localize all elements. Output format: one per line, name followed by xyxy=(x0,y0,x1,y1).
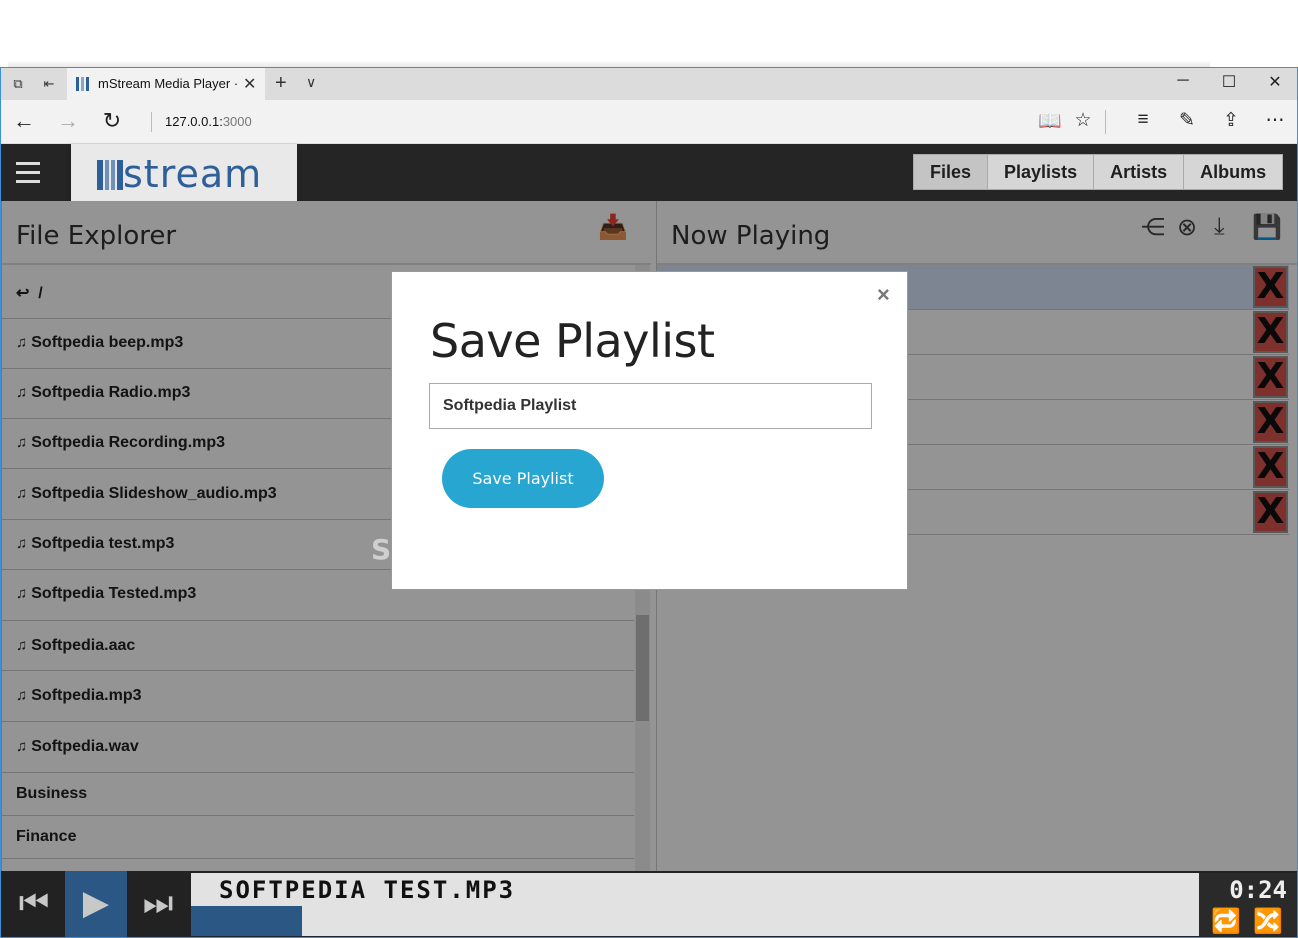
play-icon: ▶ xyxy=(82,883,110,923)
web-note-icon[interactable]: ✎ xyxy=(1173,109,1201,132)
tab-playlists[interactable]: Playlists xyxy=(987,155,1094,189)
forward-icon[interactable]: → xyxy=(53,108,83,134)
close-window-icon[interactable]: ✕ xyxy=(1252,72,1297,92)
more-icon[interactable]: ⋯ xyxy=(1261,109,1289,132)
save-playlist-button[interactable]: Save Playlist xyxy=(442,449,604,508)
modal-close-icon[interactable]: × xyxy=(877,282,890,308)
reading-view-icon[interactable]: 📖 xyxy=(1036,109,1064,133)
tab-bar: ⧉ ⇤ mStream Media Player · ✕ + ∨ ─ ☐ ✕ xyxy=(1,68,1297,100)
time-box: 0:24 🔁 🔀 xyxy=(1199,873,1297,936)
mstream-favicon-icon xyxy=(76,77,90,91)
maximize-icon[interactable]: ☐ xyxy=(1206,72,1252,92)
player-bar: ⏮ ▶ ⏭ SOFTPEDIA TEST.MP3 0:24 🔁 🔀 xyxy=(1,871,1297,937)
elapsed-time: 0:24 xyxy=(1229,876,1287,904)
play-button[interactable]: ▶ xyxy=(65,871,127,937)
minimize-icon[interactable]: ─ xyxy=(1160,72,1206,90)
tab-artists[interactable]: Artists xyxy=(1093,155,1184,189)
watermark-logo: SOFTPEDIA xyxy=(371,533,567,566)
browser-window: ⧉ ⇤ mStream Media Player · ✕ + ∨ ─ ☐ ✕ ←… xyxy=(0,67,1298,938)
progress-fill xyxy=(191,906,302,936)
tab-dropdown-icon[interactable]: ∨ xyxy=(306,74,316,91)
track-progress-area[interactable]: SOFTPEDIA TEST.MP3 xyxy=(191,873,1199,936)
previous-icon: ⏮ xyxy=(18,883,50,923)
shuffle-icon[interactable]: 🔀 xyxy=(1253,907,1283,936)
tab-preview-icon[interactable]: ⧉ xyxy=(10,76,26,92)
app-header: stream Files Playlists Artists Albums xyxy=(1,144,1297,209)
previous-button[interactable]: ⏮ xyxy=(3,871,65,937)
repeat-icon[interactable]: 🔁 xyxy=(1211,907,1241,936)
hub-icon[interactable]: ≡ xyxy=(1129,109,1157,131)
address-port: 3000 xyxy=(222,114,252,129)
tab-albums[interactable]: Albums xyxy=(1183,155,1283,189)
back-icon[interactable]: ← xyxy=(9,108,39,134)
set-tabs-aside-icon[interactable]: ⇤ xyxy=(41,76,57,92)
hamburger-menu-icon[interactable] xyxy=(16,162,40,189)
next-button[interactable]: ⏭ xyxy=(127,871,189,937)
playlist-name-input[interactable]: Softpedia Playlist xyxy=(429,383,872,429)
logo-m-icon xyxy=(97,160,123,190)
address-toolbar: ← → ↻ 127.0.0.1:3000 📖 ☆ ≡ ✎ ⇪ ⋯ xyxy=(1,100,1297,144)
address-field[interactable]: 127.0.0.1:3000 xyxy=(151,112,252,132)
current-track-name: SOFTPEDIA TEST.MP3 xyxy=(219,876,516,904)
browser-tab[interactable]: mStream Media Player · ✕ xyxy=(67,68,265,100)
tab-close-icon[interactable]: ✕ xyxy=(243,74,256,94)
share-icon[interactable]: ⇪ xyxy=(1217,109,1245,132)
nav-tabs: Files Playlists Artists Albums xyxy=(913,154,1284,190)
tab-files[interactable]: Files xyxy=(914,155,988,189)
tab-title: mStream Media Player · xyxy=(98,76,239,91)
address-host: 127.0.0.1: xyxy=(165,114,223,129)
favorite-star-icon[interactable]: ☆ xyxy=(1069,109,1097,132)
refresh-icon[interactable]: ↻ xyxy=(97,108,127,134)
window-shadow xyxy=(8,60,1210,67)
modal-title: Save Playlist xyxy=(430,314,715,368)
next-icon: ⏭ xyxy=(142,883,174,923)
toolbar-separator xyxy=(1105,110,1106,134)
new-tab-icon[interactable]: + xyxy=(275,72,287,95)
mstream-logo[interactable]: stream xyxy=(71,144,297,209)
logo-text: stream xyxy=(123,152,263,196)
desktop-background xyxy=(0,0,1298,67)
